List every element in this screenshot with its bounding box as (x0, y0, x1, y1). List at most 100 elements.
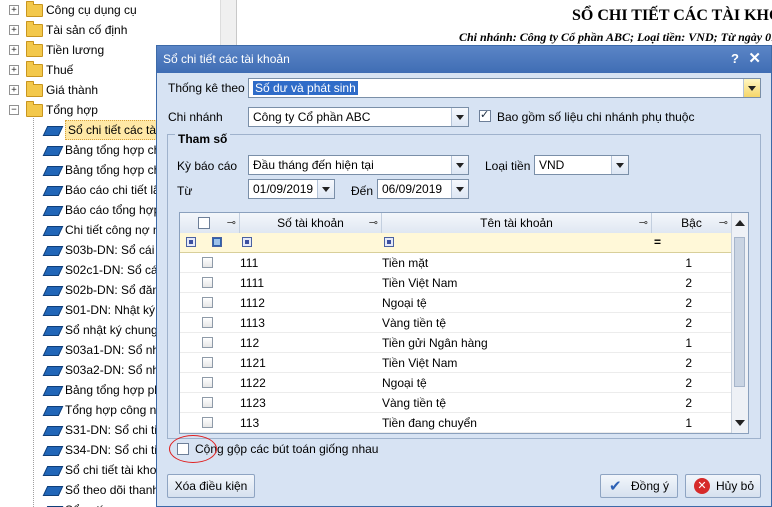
help-icon[interactable]: ? (731, 51, 739, 66)
ok-button[interactable]: ✔ Đồng ý (600, 474, 678, 498)
account-level: 2 (685, 296, 692, 310)
table-row[interactable]: 1122 Ngoại tệ 2 (180, 373, 732, 393)
expand-icon[interactable]: + (9, 85, 19, 95)
table-row[interactable]: 1113 Vàng tiền tệ 2 (180, 313, 732, 333)
tree-item-label: Báo cáo tổng hợp l (65, 203, 167, 217)
filter-icon[interactable] (384, 237, 394, 247)
expand-icon[interactable]: + (9, 5, 19, 15)
account-number: 1111 (240, 276, 265, 290)
tree-folder-label: Thuế (46, 63, 74, 77)
header-so-tai-khoan[interactable]: Số tài khoản ⊸ (240, 213, 382, 233)
filter-icon[interactable] (186, 237, 196, 247)
baogom-checkbox[interactable] (479, 108, 491, 122)
tree-item-label: Sổ theo dõi thanh t (65, 483, 166, 497)
chinhanh-select[interactable]: Công ty Cổ phần ABC (248, 107, 469, 127)
tree-folder-label: Tiền lương (46, 43, 105, 57)
header-select-all[interactable]: ⊸ (180, 213, 240, 233)
cancel-button[interactable]: ✕ Hủy bỏ (685, 474, 761, 498)
row-checkbox[interactable] (202, 417, 213, 428)
pin-icon[interactable]: ⊸ (369, 213, 378, 233)
scroll-thumb[interactable] (734, 237, 745, 387)
clear-filter-label: Xóa điều kiện (174, 479, 248, 493)
table-row[interactable]: 112 Tiền gửi Ngân hàng 1 (180, 333, 732, 353)
header-ten-tai-khoan[interactable]: Tên tài khoản ⊸ (382, 213, 652, 233)
chevron-down-icon[interactable] (451, 108, 468, 126)
table-row[interactable]: 1121 Tiền Việt Nam 2 (180, 353, 732, 373)
chevron-down-icon[interactable] (743, 79, 760, 97)
row-checkbox[interactable] (202, 277, 213, 288)
filter-icon[interactable] (242, 237, 252, 247)
row-checkbox[interactable] (202, 337, 213, 348)
chinhanh-label: Chi nhánh (168, 110, 223, 124)
pin-icon[interactable]: ⊸ (639, 213, 648, 233)
account-level: 2 (685, 276, 692, 290)
book-icon (42, 286, 64, 296)
calendar-dropdown-icon[interactable] (317, 180, 334, 198)
book-icon (42, 346, 64, 356)
calendar-dropdown-icon[interactable] (451, 180, 468, 198)
table-row[interactable]: 113 Tiền đang chuyển 1 (180, 413, 732, 433)
tree-item-label: Sổ nhật ký chung (65, 323, 158, 337)
pin-icon[interactable]: ⊸ (719, 213, 728, 233)
tree-item-label: S01-DN: Nhật ký - (65, 303, 163, 317)
close-icon[interactable]: ✕ (748, 49, 761, 67)
account-number: 1123 (240, 396, 266, 410)
expand-icon[interactable]: + (9, 45, 19, 55)
thamso-legend: Tham số (175, 132, 231, 146)
kybaocao-select[interactable]: Đầu tháng đến hiện tại (248, 155, 469, 175)
tree-item-label: Bảng tổng hợp chi (65, 163, 163, 177)
thongke-select[interactable]: Số dư và phát sinh (248, 78, 761, 98)
baogom-label: Bao gồm số liệu chi nhánh phụ thuộc (497, 110, 695, 124)
account-level: 1 (685, 256, 692, 270)
account-number: 1112 (240, 296, 265, 310)
row-checkbox[interactable] (202, 317, 213, 328)
account-level: 2 (685, 356, 692, 370)
select-all-checkbox[interactable] (198, 217, 210, 229)
table-row[interactable]: 1112 Ngoại tệ 2 (180, 293, 732, 313)
header-bac[interactable]: Bậc ⊸ (652, 213, 732, 233)
folder-icon (26, 61, 43, 77)
red-annotation-circle (169, 435, 217, 463)
filter-equals[interactable]: = (654, 235, 661, 249)
account-level: 2 (685, 396, 692, 410)
pin-icon[interactable]: ⊸ (227, 213, 236, 233)
folder-icon (26, 21, 43, 37)
chevron-down-icon[interactable] (451, 156, 468, 174)
table-row[interactable]: 111 Tiền mặt 1 (180, 253, 732, 273)
row-checkbox[interactable] (202, 377, 213, 388)
row-checkbox[interactable] (202, 357, 213, 368)
grid-scrollbar[interactable] (731, 213, 748, 433)
tree-folder-label: Công cụ dụng cụ (46, 3, 137, 17)
den-label: Đến (351, 184, 374, 198)
account-name: Ngoại tệ (382, 376, 427, 390)
tree-item-label: Bảng tổng hợp phá (65, 383, 168, 397)
tree-folder-label: Tổng hợp (46, 103, 98, 117)
table-row[interactable]: 1111 Tiền Việt Nam 2 (180, 273, 732, 293)
expand-icon[interactable]: + (9, 65, 19, 75)
chevron-down-icon[interactable] (611, 156, 628, 174)
account-level: 2 (685, 376, 692, 390)
tu-date-input[interactable]: 01/09/2019 (248, 179, 335, 199)
account-number: 1113 (240, 316, 265, 330)
tree-guide-line (33, 118, 34, 507)
table-row[interactable]: 1123 Vàng tiền tệ 2 (180, 393, 732, 413)
account-name: Vàng tiền tệ (382, 316, 447, 330)
row-checkbox[interactable] (202, 397, 213, 408)
row-checkbox[interactable] (202, 257, 213, 268)
collapse-icon[interactable]: − (9, 105, 19, 115)
account-number: 1121 (240, 356, 266, 370)
filter-checkbox-icon[interactable] (212, 237, 222, 247)
dialog-titlebar[interactable]: Sổ chi tiết các tài khoản ? ✕ (157, 46, 771, 73)
scroll-up-icon[interactable] (735, 220, 745, 226)
row-checkbox[interactable] (202, 297, 213, 308)
scroll-down-icon[interactable] (735, 420, 745, 426)
den-date-input[interactable]: 06/09/2019 (377, 179, 469, 199)
loaitien-label: Loại tiền (485, 159, 531, 173)
loaitien-select[interactable]: VND (534, 155, 629, 175)
expand-icon[interactable]: + (9, 25, 19, 35)
clear-filter-button[interactable]: Xóa điều kiện (167, 474, 255, 498)
book-icon (42, 446, 64, 456)
report-subtitle: Chi nhánh: Công ty Cổ phần ABC; Loại tiề… (459, 30, 772, 44)
account-name: Ngoại tệ (382, 296, 427, 310)
folder-icon (26, 81, 43, 97)
